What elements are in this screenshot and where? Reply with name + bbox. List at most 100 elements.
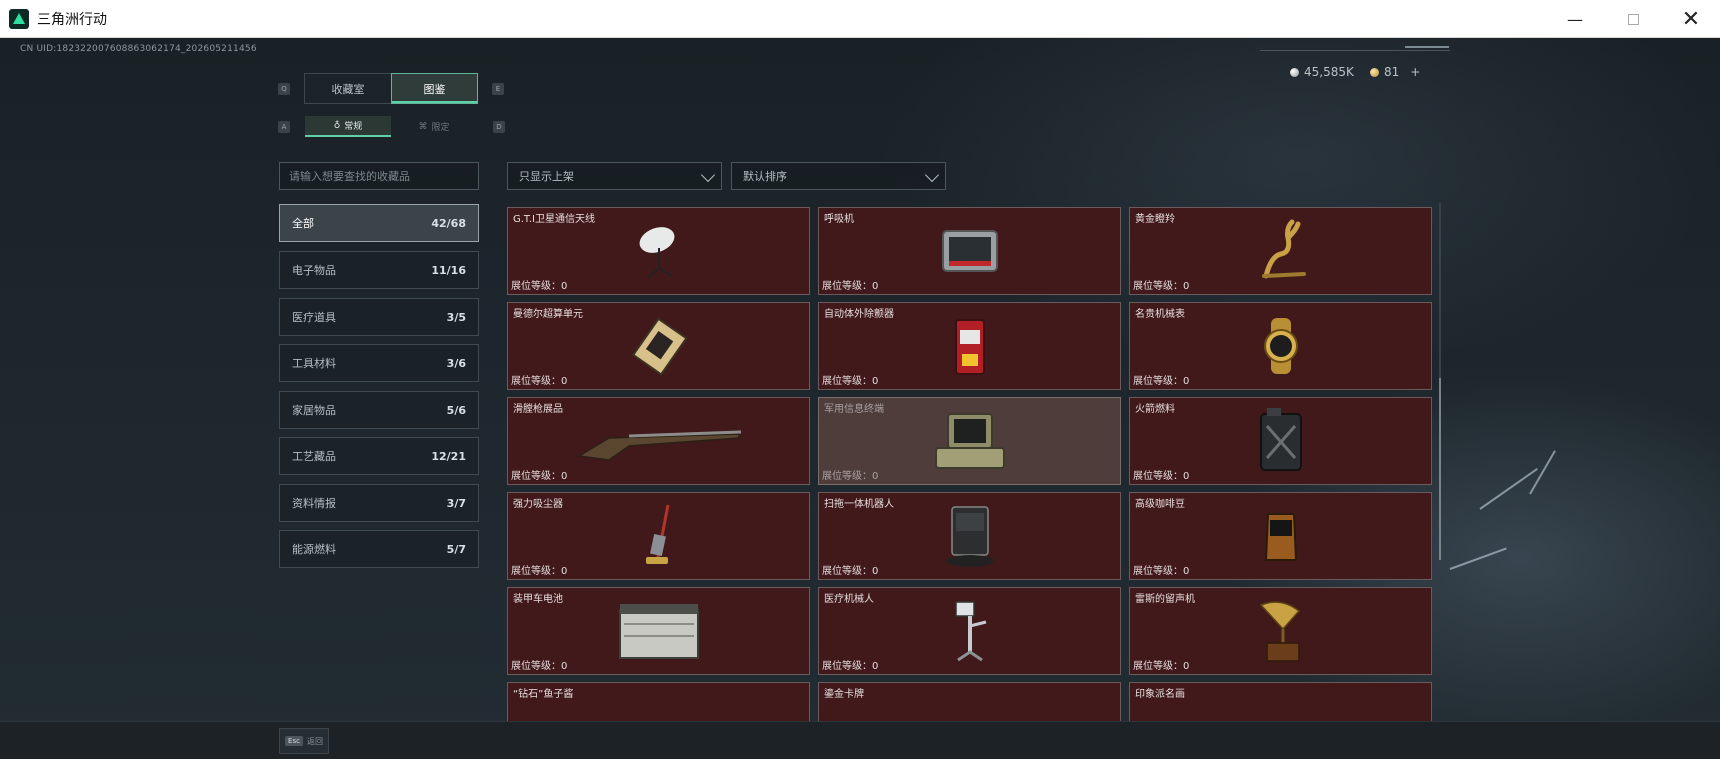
display-filter-value: 只显示上架 [519,170,574,183]
item-card[interactable]: 名贵机械表 展位等级：0 [1129,302,1432,390]
fuel-canister-icon [1259,408,1302,471]
key-hint-a: A [278,121,290,133]
item-level: 展位等级：0 [1133,566,1190,577]
item-name: 印象派名画 [1135,689,1185,700]
category-fuel[interactable]: 能源燃料 5/7 [279,530,479,568]
sort-value: 默认排序 [743,170,787,183]
supercomputer-unit-icon [631,317,688,376]
subtab-regular[interactable]: ♁ 常规 [305,116,391,137]
item-name: 装甲车电池 [513,594,563,605]
header-divider-accent [1405,46,1449,48]
category-label: 能源燃料 [292,543,336,556]
item-card[interactable]: 强力吸尘器 展位等级：0 [507,492,810,580]
item-card[interactable]: 医疗机械人 展位等级：0 [818,587,1121,675]
item-card[interactable]: 火箭燃料 展位等级：0 [1129,397,1432,485]
category-count: 5/6 [446,403,466,417]
maximize-button[interactable] [1604,0,1662,38]
back-label: 返回 [306,736,323,746]
category-electronics[interactable]: 电子物品 11/16 [279,251,479,289]
coin-balance: 45,585K [1290,65,1354,79]
category-label: 工艺藏品 [292,450,336,463]
item-level: 展位等级：0 [822,281,879,292]
game-area: CN UID:1823220076088630621​74_2026052114… [0,38,1720,759]
chevron-down-icon [700,167,716,183]
category-intel[interactable]: 资料情报 3/7 [279,484,479,522]
item-name: “钻石”鱼子酱 [513,689,574,700]
display-filter-dropdown[interactable]: 只显示上架 [507,162,722,190]
token-amount: 81 [1384,65,1400,79]
item-card[interactable]: 自动体外除颤器 展位等级：0 [818,302,1121,390]
uid-label: CN UID:1823220076088630621​74_2026052114… [20,44,257,54]
lightning-streak [1479,468,1538,510]
close-icon: ✕ [1681,6,1701,32]
luxury-watch-icon [1263,318,1298,374]
item-name: 雷斯的留声机 [1135,594,1195,605]
coin-amount: 45,585K [1304,65,1354,79]
item-card[interactable]: G.T.I卫星通信天线 展位等级：0 [507,207,810,295]
battery-icon [618,604,699,659]
robot-vacuum-icon [945,506,994,567]
item-name: G.T.I卫星通信天线 [513,214,595,225]
category-label: 家居物品 [292,404,336,417]
item-level: 展位等级：0 [822,566,879,577]
coffee-bag-icon [1264,513,1297,561]
item-card[interactable]: 高级咖啡豆 展位等级：0 [1129,492,1432,580]
window-title: 三角洲行动 [37,11,107,28]
search-input[interactable]: 请输入想要查找的收藏品 [279,162,479,190]
back-button[interactable]: Esc 返回 [279,728,329,754]
maximize-icon [1627,13,1639,25]
tab-collection-room[interactable]: 收藏室 [304,73,392,104]
item-level: 展位等级：0 [511,281,568,292]
item-name: 滑膛枪展品 [513,404,563,415]
category-label: 工具材料 [292,357,336,370]
token-balance[interactable]: 81 + [1370,65,1420,79]
item-name: 呼吸机 [824,214,854,225]
tab-catalog[interactable]: 图鉴 [391,73,478,104]
minimize-button[interactable]: — [1546,0,1604,38]
bottom-bar: Esc 返回 [0,721,1720,759]
category-all[interactable]: 全部 42/68 [279,204,479,242]
item-level: 展位等级：0 [511,471,568,482]
item-card[interactable]: 曼德尔超算单元 展位等级：0 [507,302,810,390]
category-household[interactable]: 家居物品 5/6 [279,391,479,429]
item-card[interactable]: 扫拖一体机器人 展位等级：0 [818,492,1121,580]
key-hint-q: Q [278,83,290,95]
add-token-button[interactable]: + [1410,65,1420,79]
category-count: 5/7 [446,542,466,556]
minimize-icon: — [1567,9,1583,29]
close-button[interactable]: ✕ [1662,0,1720,38]
item-card[interactable]: 军用信息终端 展位等级：0 [818,397,1121,485]
item-name: 自动体外除颤器 [824,309,894,320]
satellite-dish-icon [639,227,674,279]
category-medical[interactable]: 医疗道具 3/5 [279,298,479,336]
category-crafts[interactable]: 工艺藏品 12/21 [279,437,479,475]
military-terminal-icon [934,413,1005,469]
item-card[interactable]: 黄金瞪羚 展位等级：0 [1129,207,1432,295]
category-tools[interactable]: 工具材料 3/6 [279,344,479,382]
item-card[interactable]: 滑膛枪展品 展位等级：0 [507,397,810,485]
musket-icon [576,430,741,461]
window-controls: — ✕ [1546,0,1720,38]
vacuum-cleaner-icon [645,504,669,564]
defibrillator-icon [954,319,985,375]
item-level: 展位等级：0 [1133,376,1190,387]
item-card[interactable]: 雷斯的留声机 展位等级：0 [1129,587,1432,675]
item-card[interactable]: 呼吸机 展位等级：0 [818,207,1121,295]
subtab-limited[interactable]: ⌘ 限定 [391,116,477,137]
gamepad-icon: ⌘ [418,121,428,132]
header-divider [1260,50,1450,51]
item-name: 名贵机械表 [1135,309,1185,320]
item-level: 展位等级：0 [511,661,568,672]
app-logo-icon [9,8,29,29]
grid-scroll-thumb[interactable] [1439,378,1441,560]
golden-gazelle-icon [1261,219,1306,279]
sort-dropdown[interactable]: 默认排序 [731,162,946,190]
item-level: 展位等级：0 [511,376,568,387]
item-level: 展位等级：0 [822,376,879,387]
category-label: 资料情报 [292,497,336,510]
item-level: 展位等级：0 [1133,471,1190,482]
category-count: 3/7 [446,496,466,510]
item-card[interactable]: 装甲车电池 展位等级：0 [507,587,810,675]
ventilator-icon [941,230,998,272]
key-hint-e: E [492,83,504,95]
